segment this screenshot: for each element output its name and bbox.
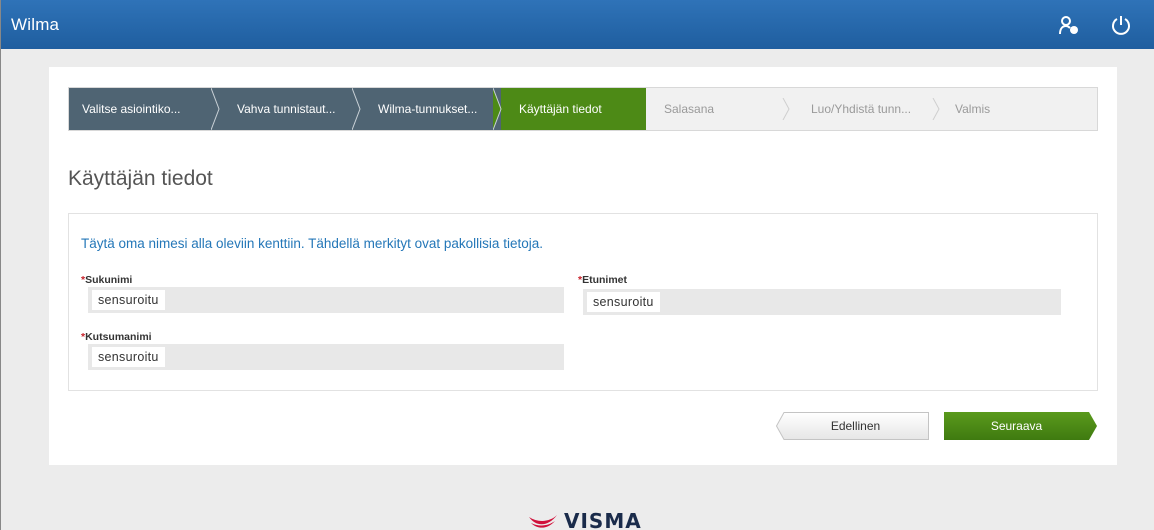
- sukunimi-field[interactable]: sensuroitu: [88, 287, 564, 313]
- step-label: Valitse asiointiko...: [82, 102, 181, 116]
- step-vahva-tunnistautuminen: Vahva tunnistaut...: [219, 88, 361, 130]
- step-arrow-icon: [352, 88, 361, 130]
- step-kayttajan-tiedot: Käyttäjän tiedot: [501, 88, 646, 130]
- next-button-label: Seuraava: [990, 419, 1043, 433]
- previous-button[interactable]: Edellinen: [776, 412, 929, 440]
- user-info-form: Täytä oma nimesi alla oleviin kenttiin. …: [68, 213, 1098, 391]
- sukunimi-label: *Sukunimi: [81, 274, 133, 286]
- next-button[interactable]: Seuraava: [944, 412, 1097, 440]
- step-label: Valmis: [955, 102, 991, 116]
- step-luo-yhdista-tunnus: Luo/Yhdistä tunn...: [791, 88, 941, 130]
- main-card: Valitse asiointiko... Vahva tunnistaut..…: [49, 67, 1117, 465]
- visma-logo-text: VISMA: [564, 509, 642, 530]
- visma-logo: VISMA: [528, 510, 642, 530]
- visma-swoosh-icon: [529, 515, 557, 528]
- previous-button-label: Edellinen: [830, 419, 881, 433]
- user-settings-icon[interactable]: [1055, 11, 1083, 39]
- etunimet-value: sensuroitu: [587, 292, 660, 312]
- step-label: Vahva tunnistaut...: [237, 102, 336, 116]
- power-icon[interactable]: [1107, 11, 1135, 39]
- step-separator-icon: [782, 98, 790, 120]
- etunimet-field[interactable]: sensuroitu: [583, 289, 1061, 315]
- step-arrow-icon: [493, 88, 502, 130]
- form-instruction: Täytä oma nimesi alla oleviin kenttiin. …: [81, 236, 543, 251]
- step-salasana: Salasana: [646, 88, 791, 130]
- step-separator-icon: [932, 98, 940, 120]
- page-title: Käyttäjän tiedot: [68, 167, 213, 190]
- kutsumanimi-label: *Kutsumanimi: [81, 331, 152, 343]
- app-title[interactable]: Wilma: [11, 15, 59, 35]
- step-label: Käyttäjän tiedot: [519, 102, 602, 116]
- step-wilma-tunnukset: Wilma-tunnukset...: [360, 88, 502, 130]
- step-label: Salasana: [664, 102, 715, 116]
- kutsumanimi-field[interactable]: sensuroitu: [88, 344, 564, 370]
- step-valitse-asiointikieli: Valitse asiointiko...: [69, 88, 220, 130]
- kutsumanimi-value: sensuroitu: [92, 347, 165, 367]
- top-bar: Wilma: [1, 0, 1154, 49]
- step-label: Wilma-tunnukset...: [378, 102, 478, 116]
- step-label: Luo/Yhdistä tunn...: [811, 102, 912, 116]
- etunimet-label: *Etunimet: [578, 274, 628, 286]
- wizard-stepper: Valitse asiointiko... Vahva tunnistaut..…: [68, 87, 1098, 131]
- step-arrow-icon: [211, 88, 220, 130]
- step-valmis: Valmis: [941, 88, 1091, 130]
- sukunimi-value: sensuroitu: [92, 290, 165, 310]
- step-arrow-icon: [638, 88, 646, 130]
